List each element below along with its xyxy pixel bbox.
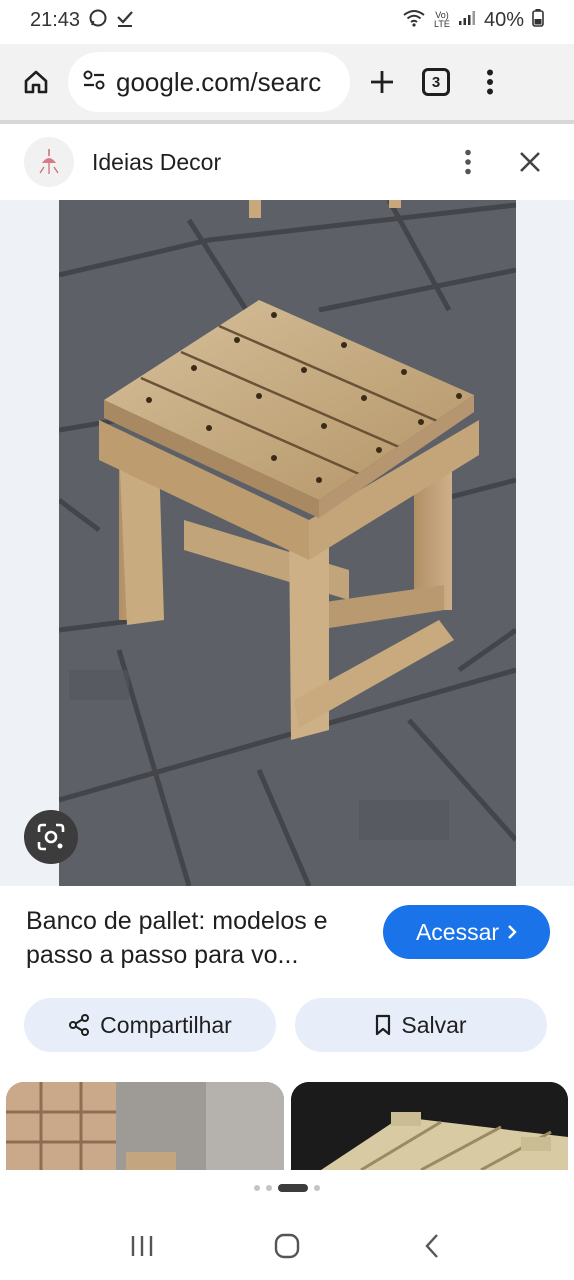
bookmark-icon xyxy=(376,1014,391,1036)
whatsapp-icon xyxy=(88,8,108,33)
source-menu-button[interactable] xyxy=(448,142,488,182)
pagination-dots xyxy=(0,1184,574,1192)
site-info-icon[interactable] xyxy=(82,69,106,96)
signal-icon xyxy=(458,10,476,31)
visit-label: Acessar xyxy=(415,918,500,945)
related-thumb-2 xyxy=(291,1082,568,1170)
new-tab-button[interactable] xyxy=(360,60,404,104)
related-image-2[interactable] xyxy=(291,1082,568,1170)
visit-button[interactable]: Acessar xyxy=(383,905,550,959)
recent-apps-icon xyxy=(132,1236,153,1256)
lamp-logo-icon xyxy=(39,149,59,174)
home-button[interactable] xyxy=(14,60,58,104)
save-label: Salvar xyxy=(401,1011,467,1038)
network-label: Vo) LTE xyxy=(434,10,450,29)
related-image-1[interactable] xyxy=(6,1082,284,1170)
pallet-stool-photo xyxy=(59,200,516,886)
result-title[interactable]: Banco de pallet: modelos e passo a passo… xyxy=(26,904,356,972)
address-bar[interactable]: google.com/searc xyxy=(68,52,350,112)
home-circle-icon xyxy=(274,1233,300,1259)
home-nav-button[interactable] xyxy=(257,1216,317,1276)
save-button[interactable]: Salvar xyxy=(295,998,547,1052)
url-text: google.com/searc xyxy=(116,66,322,97)
home-icon xyxy=(24,70,48,94)
source-logo[interactable] xyxy=(24,137,74,187)
wifi-icon xyxy=(402,9,426,32)
status-bar: 21:43 Vo) LTE 40% xyxy=(0,0,574,40)
download-done-icon xyxy=(116,9,134,32)
battery-icon xyxy=(532,8,544,32)
chevron-right-icon xyxy=(508,925,517,939)
page-dot xyxy=(266,1185,272,1191)
source-name[interactable]: Ideias Decor xyxy=(92,149,426,176)
image-viewer xyxy=(0,200,574,886)
lens-button[interactable] xyxy=(24,810,78,864)
browser-menu-button[interactable] xyxy=(468,60,512,104)
status-right: Vo) LTE 40% xyxy=(402,8,544,32)
menu-icon xyxy=(487,69,493,95)
page-dot-active xyxy=(278,1184,308,1192)
tab-switcher-button[interactable]: 3 xyxy=(414,60,458,104)
share-label: Compartilhar xyxy=(100,1011,232,1038)
tab-switcher-icon: 3 xyxy=(422,68,450,96)
page-dot xyxy=(314,1185,320,1191)
back-button[interactable] xyxy=(402,1216,462,1276)
share-icon xyxy=(69,1014,90,1036)
page-dot xyxy=(254,1185,260,1191)
battery-level: 40% xyxy=(483,8,524,31)
close-icon xyxy=(520,152,540,172)
share-button[interactable]: Compartilhar xyxy=(24,998,276,1052)
system-navigation-bar xyxy=(0,1212,574,1280)
new-tab-icon xyxy=(371,71,393,93)
close-button[interactable] xyxy=(510,142,550,182)
status-time: 21:43 xyxy=(30,8,81,31)
browser-toolbar: google.com/searc 3 xyxy=(0,44,574,120)
recent-apps-button[interactable] xyxy=(112,1216,172,1276)
result-image[interactable] xyxy=(59,200,516,886)
google-lens-icon xyxy=(37,823,65,851)
tab-count: 3 xyxy=(431,73,441,91)
related-thumb-1 xyxy=(6,1082,284,1170)
status-left: 21:43 xyxy=(30,8,134,33)
source-header: Ideias Decor xyxy=(0,124,574,200)
more-vert-icon xyxy=(465,149,471,175)
back-icon xyxy=(425,1234,438,1258)
